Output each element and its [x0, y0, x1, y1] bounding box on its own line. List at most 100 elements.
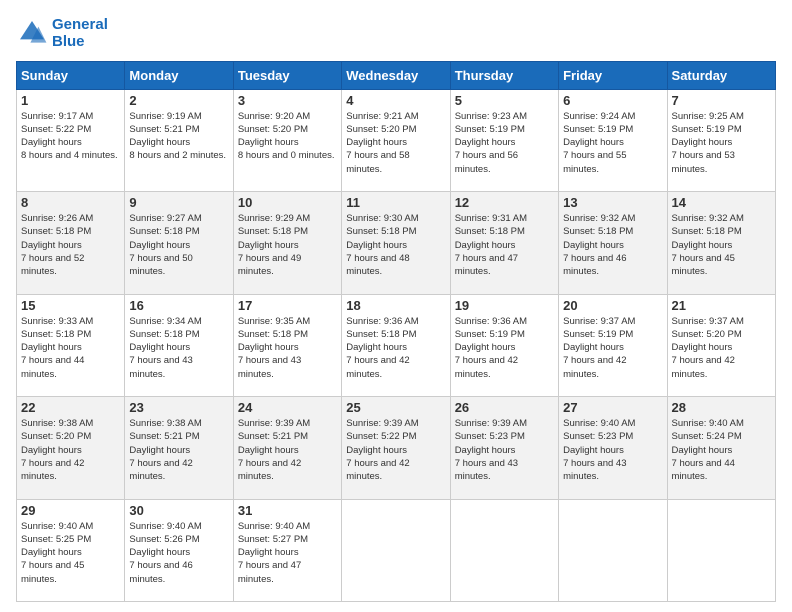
calendar-cell — [667, 499, 775, 602]
calendar-cell: 22 Sunrise: 9:38 AMSunset: 5:20 PMDayligh… — [17, 397, 125, 500]
col-header-wednesday: Wednesday — [342, 61, 450, 89]
logo-subtext: Blue — [52, 33, 108, 50]
day-number: 2 — [129, 93, 228, 108]
day-info: Sunrise: 9:24 AMSunset: 5:19 PMDaylight … — [563, 110, 662, 176]
calendar-cell: 18 Sunrise: 9:36 AMSunset: 5:18 PMDayligh… — [342, 294, 450, 397]
day-number: 5 — [455, 93, 554, 108]
day-number: 31 — [238, 503, 337, 518]
day-info: Sunrise: 9:38 AMSunset: 5:20 PMDaylight … — [21, 417, 120, 483]
calendar-cell: 8Sunrise: 9:26 AMSunset: 5:18 PMDaylight… — [17, 192, 125, 295]
day-number: 14 — [672, 195, 771, 210]
calendar-cell: 9Sunrise: 9:27 AMSunset: 5:18 PMDaylight… — [125, 192, 233, 295]
day-number: 30 — [129, 503, 228, 518]
col-header-tuesday: Tuesday — [233, 61, 341, 89]
day-number: 29 — [21, 503, 120, 518]
day-info: Sunrise: 9:19 AMSunset: 5:21 PMDaylight … — [129, 110, 228, 163]
day-info: Sunrise: 9:39 AMSunset: 5:23 PMDaylight … — [455, 417, 554, 483]
calendar-cell: 26 Sunrise: 9:39 AMSunset: 5:23 PMDayligh… — [450, 397, 558, 500]
day-number: 16 — [129, 298, 228, 313]
calendar-cell: 11 Sunrise: 9:30 AMSunset: 5:18 PMDayligh… — [342, 192, 450, 295]
logo: General Blue — [16, 16, 108, 51]
day-info: Sunrise: 9:38 AMSunset: 5:21 PMDaylight … — [129, 417, 228, 483]
day-number: 27 — [563, 400, 662, 415]
calendar-cell: 1 Sunrise: 9:17 AMSunset: 5:22 PMDaylight… — [17, 89, 125, 192]
day-info: Sunrise: 9:37 AMSunset: 5:20 PMDaylight … — [672, 315, 771, 381]
calendar-cell: 13 Sunrise: 9:32 AMSunset: 5:18 PMDayligh… — [559, 192, 667, 295]
calendar-cell — [450, 499, 558, 602]
day-number: 25 — [346, 400, 445, 415]
calendar-cell: 19Sunrise: 9:36 AMSunset: 5:19 PMDayligh… — [450, 294, 558, 397]
col-header-monday: Monday — [125, 61, 233, 89]
day-info: Sunrise: 9:21 AMSunset: 5:20 PMDaylight … — [346, 110, 445, 176]
calendar-cell — [559, 499, 667, 602]
day-info: Sunrise: 9:32 AMSunset: 5:18 PMDaylight … — [672, 212, 771, 278]
day-info: Sunrise: 9:37 AMSunset: 5:19 PMDaylight … — [563, 315, 662, 381]
day-info: Sunrise: 9:40 AMSunset: 5:27 PMDaylight … — [238, 520, 337, 586]
day-info: Sunrise: 9:27 AMSunset: 5:18 PMDaylight … — [129, 212, 228, 278]
day-info: Sunrise: 9:39 AMSunset: 5:22 PMDaylight … — [346, 417, 445, 483]
day-number: 4 — [346, 93, 445, 108]
day-info: Sunrise: 9:32 AMSunset: 5:18 PMDaylight … — [563, 212, 662, 278]
calendar-cell: 12Sunrise: 9:31 AMSunset: 5:18 PMDayligh… — [450, 192, 558, 295]
day-number: 6 — [563, 93, 662, 108]
day-info: Sunrise: 9:40 AMSunset: 5:24 PMDaylight … — [672, 417, 771, 483]
day-number: 3 — [238, 93, 337, 108]
page-container: General Blue SundayMondayTuesdayWednesda… — [0, 0, 792, 612]
calendar-cell: 4 Sunrise: 9:21 AMSunset: 5:20 PMDaylight… — [342, 89, 450, 192]
logo-icon — [16, 17, 48, 49]
day-number: 1 — [21, 93, 120, 108]
calendar-cell: 16 Sunrise: 9:34 AMSunset: 5:18 PMDayligh… — [125, 294, 233, 397]
logo-text: General — [52, 16, 108, 33]
calendar-cell — [342, 499, 450, 602]
day-number: 7 — [672, 93, 771, 108]
day-info: Sunrise: 9:35 AMSunset: 5:18 PMDaylight … — [238, 315, 337, 381]
day-info: Sunrise: 9:36 AMSunset: 5:18 PMDaylight … — [346, 315, 445, 381]
day-number: 23 — [129, 400, 228, 415]
day-info: Sunrise: 9:31 AMSunset: 5:18 PMDaylight … — [455, 212, 554, 278]
day-number: 20 — [563, 298, 662, 313]
day-info: Sunrise: 9:25 AMSunset: 5:19 PMDaylight … — [672, 110, 771, 176]
day-number: 10 — [238, 195, 337, 210]
calendar-cell: 5 Sunrise: 9:23 AMSunset: 5:19 PMDaylight… — [450, 89, 558, 192]
calendar-cell: 31 Sunrise: 9:40 AMSunset: 5:27 PMDayligh… — [233, 499, 341, 602]
calendar-cell: 3Sunrise: 9:20 AMSunset: 5:20 PMDaylight… — [233, 89, 341, 192]
calendar-cell: 14 Sunrise: 9:32 AMSunset: 5:18 PMDayligh… — [667, 192, 775, 295]
calendar-cell: 28 Sunrise: 9:40 AMSunset: 5:24 PMDayligh… — [667, 397, 775, 500]
calendar-cell: 23 Sunrise: 9:38 AMSunset: 5:21 PMDayligh… — [125, 397, 233, 500]
calendar-cell: 25 Sunrise: 9:39 AMSunset: 5:22 PMDayligh… — [342, 397, 450, 500]
day-number: 18 — [346, 298, 445, 313]
day-number: 21 — [672, 298, 771, 313]
calendar-cell: 6 Sunrise: 9:24 AMSunset: 5:19 PMDaylight… — [559, 89, 667, 192]
calendar-cell: 29 Sunrise: 9:40 AMSunset: 5:25 PMDayligh… — [17, 499, 125, 602]
day-number: 24 — [238, 400, 337, 415]
day-info: Sunrise: 9:39 AMSunset: 5:21 PMDaylight … — [238, 417, 337, 483]
col-header-thursday: Thursday — [450, 61, 558, 89]
day-number: 26 — [455, 400, 554, 415]
day-number: 28 — [672, 400, 771, 415]
day-info: Sunrise: 9:30 AMSunset: 5:18 PMDaylight … — [346, 212, 445, 278]
day-number: 22 — [21, 400, 120, 415]
day-info: Sunrise: 9:23 AMSunset: 5:19 PMDaylight … — [455, 110, 554, 176]
day-info: Sunrise: 9:29 AMSunset: 5:18 PMDaylight … — [238, 212, 337, 278]
day-number: 13 — [563, 195, 662, 210]
col-header-saturday: Saturday — [667, 61, 775, 89]
day-info: Sunrise: 9:17 AMSunset: 5:22 PMDaylight … — [21, 110, 120, 163]
header: General Blue — [16, 16, 776, 51]
day-info: Sunrise: 9:40 AMSunset: 5:26 PMDaylight … — [129, 520, 228, 586]
calendar-cell: 15 Sunrise: 9:33 AMSunset: 5:18 PMDayligh… — [17, 294, 125, 397]
day-number: 11 — [346, 195, 445, 210]
day-number: 15 — [21, 298, 120, 313]
day-number: 8 — [21, 195, 120, 210]
calendar-cell: 27 Sunrise: 9:40 AMSunset: 5:23 PMDayligh… — [559, 397, 667, 500]
day-info: Sunrise: 9:40 AMSunset: 5:25 PMDaylight … — [21, 520, 120, 586]
calendar-cell: 17Sunrise: 9:35 AMSunset: 5:18 PMDayligh… — [233, 294, 341, 397]
calendar-cell: 24 Sunrise: 9:39 AMSunset: 5:21 PMDayligh… — [233, 397, 341, 500]
day-info: Sunrise: 9:33 AMSunset: 5:18 PMDaylight … — [21, 315, 120, 381]
day-number: 19 — [455, 298, 554, 313]
calendar-cell: 2 Sunrise: 9:19 AMSunset: 5:21 PMDaylight… — [125, 89, 233, 192]
col-header-friday: Friday — [559, 61, 667, 89]
calendar-cell: 10 Sunrise: 9:29 AMSunset: 5:18 PMDayligh… — [233, 192, 341, 295]
day-info: Sunrise: 9:40 AMSunset: 5:23 PMDaylight … — [563, 417, 662, 483]
calendar-cell: 20 Sunrise: 9:37 AMSunset: 5:19 PMDayligh… — [559, 294, 667, 397]
day-info: Sunrise: 9:34 AMSunset: 5:18 PMDaylight … — [129, 315, 228, 381]
